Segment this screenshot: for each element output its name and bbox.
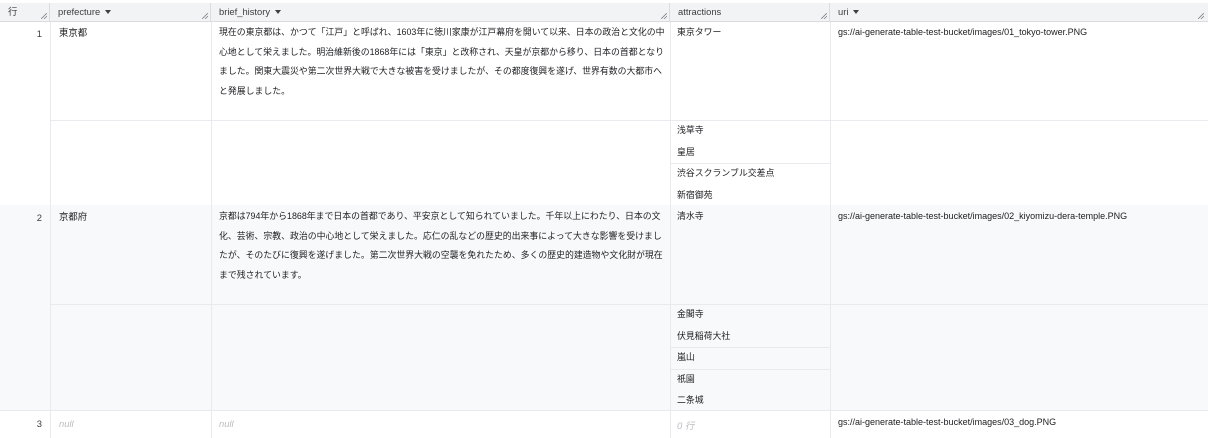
query-results-page: 行 prefecture brief_history attractions u… [0,0,1208,438]
cell-attraction[interactable]: 祇園 [677,369,827,391]
row-divider [50,304,1208,305]
cell-attraction[interactable]: 二条城 [677,390,827,412]
cell-brief-history[interactable]: 現在の東京都は、かつて「江戸」と呼ばれ、1603年に徳川家康が江戸幕府を開いて以… [219,23,667,101]
cell-attraction[interactable]: 皇居 [677,142,827,164]
row-divider [0,410,1208,411]
column-divider [830,22,831,438]
cell-prefecture[interactable]: 京都府 [59,207,87,226]
cell-attraction[interactable]: 東京タワー [677,22,827,44]
cell-attraction[interactable]: 清水寺 [677,206,827,228]
column-header-brief-history[interactable]: brief_history [211,3,670,22]
resize-grip-icon[interactable] [661,13,667,19]
sort-caret-icon[interactable] [275,10,282,14]
resize-grip-icon[interactable] [821,13,827,19]
cell-brief-history[interactable]: 京都は794年から1868年まで日本の首都であり、平安京として知られていました。… [219,207,667,285]
table-header: 行 prefecture brief_history attractions u… [0,3,1208,22]
resize-grip-icon[interactable] [41,13,47,19]
sort-caret-icon[interactable] [105,10,112,14]
column-divider [211,22,212,438]
cell-prefecture[interactable]: 東京都 [59,23,87,42]
row-number: 2 [36,212,42,223]
cell-attraction[interactable]: 伏見稲荷大社 [677,326,827,348]
resize-grip-icon[interactable] [202,13,208,19]
cell-attraction[interactable]: 金閣寺 [677,304,827,326]
cell-uri[interactable]: gs://ai-generate-table-test-bucket/image… [838,23,1087,42]
cell-attraction[interactable]: 浅草寺 [677,120,827,142]
column-header-uri[interactable]: uri [830,3,1208,22]
cell-prefecture-null[interactable]: null [59,418,74,429]
cell-attraction[interactable]: 渋谷スクランブル交差点 [677,163,827,185]
cell-attraction[interactable]: 嵐山 [677,347,827,369]
column-header-prefecture[interactable]: prefecture [50,3,211,22]
row-number: 1 [36,28,42,39]
row-number-header: 行 [0,3,50,22]
row-divider [50,120,1208,121]
cell-uri[interactable]: gs://ai-generate-table-test-bucket/image… [838,207,1127,226]
cell-attraction[interactable]: 新宿御苑 [677,185,827,207]
cell-brief-history-null[interactable]: null [219,418,234,429]
cell-attractions-empty[interactable]: 0 行 [677,418,694,432]
column-divider [50,22,51,438]
column-header-attractions[interactable]: attractions [670,3,830,22]
row-number: 3 [36,418,42,429]
cell-uri[interactable]: gs://ai-generate-table-test-bucket/image… [838,413,1056,432]
column-divider [670,22,671,438]
resize-grip-icon[interactable] [1198,13,1204,19]
sort-caret-icon[interactable] [853,10,860,14]
